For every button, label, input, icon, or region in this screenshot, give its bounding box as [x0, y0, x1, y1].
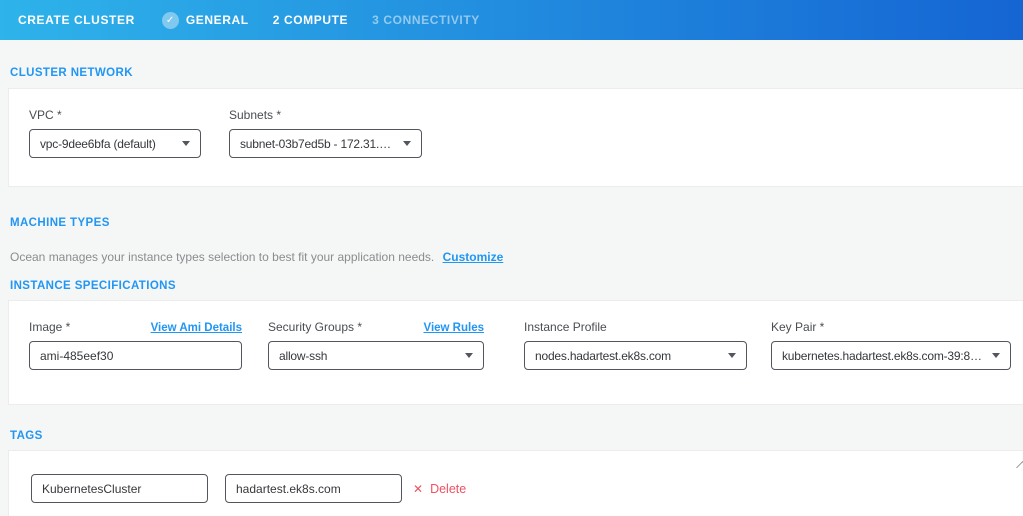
- key-pair-selected-value: kubernetes.hadartest.ek8s.com-39:84:a5:9…: [782, 349, 984, 363]
- section-heading-cluster-network: CLUSTER NETWORK: [10, 67, 1023, 79]
- page-title: CREATE CLUSTER: [18, 13, 135, 27]
- tag-value-input[interactable]: [225, 474, 402, 503]
- wizard-header: CREATE CLUSTER ✓ GENERAL 2 COMPUTE 3 CON…: [0, 0, 1023, 40]
- key-pair-select[interactable]: kubernetes.hadartest.ek8s.com-39:84:a5:9…: [771, 341, 1011, 370]
- key-pair-field: Key Pair * kubernetes.hadartest.ek8s.com…: [771, 320, 1011, 370]
- chevron-down-icon: [182, 141, 190, 146]
- instance-specifications-card: Image * View Ami Details Security Groups…: [8, 300, 1023, 405]
- section-heading-instance-specifications: INSTANCE SPECIFICATIONS: [10, 280, 1023, 292]
- chevron-down-icon: [403, 141, 411, 146]
- wizard-steps: ✓ GENERAL 2 COMPUTE 3 CONNECTIVITY: [162, 12, 480, 29]
- machine-types-description: Ocean manages your instance types select…: [10, 250, 1023, 264]
- instance-profile-select[interactable]: nodes.hadartest.ek8s.com: [524, 341, 747, 370]
- cluster-network-card: VPC * vpc-9dee6bfa (default) Subnets * s…: [8, 88, 1023, 187]
- image-label: Image *: [29, 320, 70, 334]
- instance-profile-label: Instance Profile: [524, 320, 607, 334]
- section-heading-machine-types: MACHINE TYPES: [10, 217, 1023, 229]
- machine-types-description-text: Ocean manages your instance types select…: [10, 250, 434, 264]
- vpc-label: VPC *: [29, 108, 62, 122]
- vpc-selected-value: vpc-9dee6bfa (default): [40, 137, 156, 151]
- tags-card: ✕ Delete: [8, 450, 1023, 516]
- instance-profile-field: Instance Profile nodes.hadartest.ek8s.co…: [524, 320, 747, 370]
- key-pair-label: Key Pair *: [771, 320, 824, 334]
- vpc-field: VPC * vpc-9dee6bfa (default): [29, 108, 201, 158]
- image-input[interactable]: [29, 341, 242, 370]
- security-groups-select[interactable]: allow-ssh: [268, 341, 484, 370]
- x-icon: ✕: [413, 482, 423, 496]
- subnets-field: Subnets * subnet-03b7ed5b - 172.31.0.0/2…: [229, 108, 422, 158]
- customize-link[interactable]: Customize: [443, 250, 504, 264]
- subnets-label: Subnets *: [229, 108, 281, 122]
- section-heading-tags: TAGS: [10, 430, 1023, 442]
- tag-key-input[interactable]: [31, 474, 208, 503]
- delete-tag-button[interactable]: ✕ Delete: [413, 482, 466, 496]
- security-groups-field: Security Groups * View Rules allow-ssh: [268, 320, 484, 370]
- tab-connectivity[interactable]: 3 CONNECTIVITY: [372, 13, 480, 27]
- view-ami-details-link[interactable]: View Ami Details: [151, 322, 242, 334]
- wizard-body: CLUSTER NETWORK VPC * vpc-9dee6bfa (defa…: [0, 67, 1023, 516]
- subnets-selected-value: subnet-03b7ed5b - 172.31.0.0/20 ...: [240, 137, 395, 151]
- step-general-label: GENERAL: [186, 13, 249, 27]
- step-compute-label: 2 COMPUTE: [273, 13, 348, 27]
- delete-tag-label: Delete: [430, 482, 466, 496]
- tab-compute[interactable]: 2 COMPUTE: [273, 13, 348, 27]
- image-field: Image * View Ami Details: [29, 320, 242, 370]
- step-connectivity-label: 3 CONNECTIVITY: [372, 13, 480, 27]
- create-cluster-screen: CREATE CLUSTER ✓ GENERAL 2 COMPUTE 3 CON…: [0, 0, 1023, 516]
- instance-profile-selected-value: nodes.hadartest.ek8s.com: [535, 349, 671, 363]
- view-rules-link[interactable]: View Rules: [423, 322, 484, 334]
- tab-general[interactable]: ✓ GENERAL: [162, 12, 249, 29]
- check-icon: ✓: [162, 12, 179, 29]
- security-groups-selected-value: allow-ssh: [279, 349, 327, 363]
- tag-row: ✕ Delete: [31, 474, 466, 503]
- chevron-down-icon: [728, 353, 736, 358]
- chevron-down-icon: [465, 353, 473, 358]
- vpc-select[interactable]: vpc-9dee6bfa (default): [29, 129, 201, 158]
- chevron-down-icon: [992, 353, 1000, 358]
- security-groups-label: Security Groups *: [268, 320, 362, 334]
- subnets-select[interactable]: subnet-03b7ed5b - 172.31.0.0/20 ...: [229, 129, 422, 158]
